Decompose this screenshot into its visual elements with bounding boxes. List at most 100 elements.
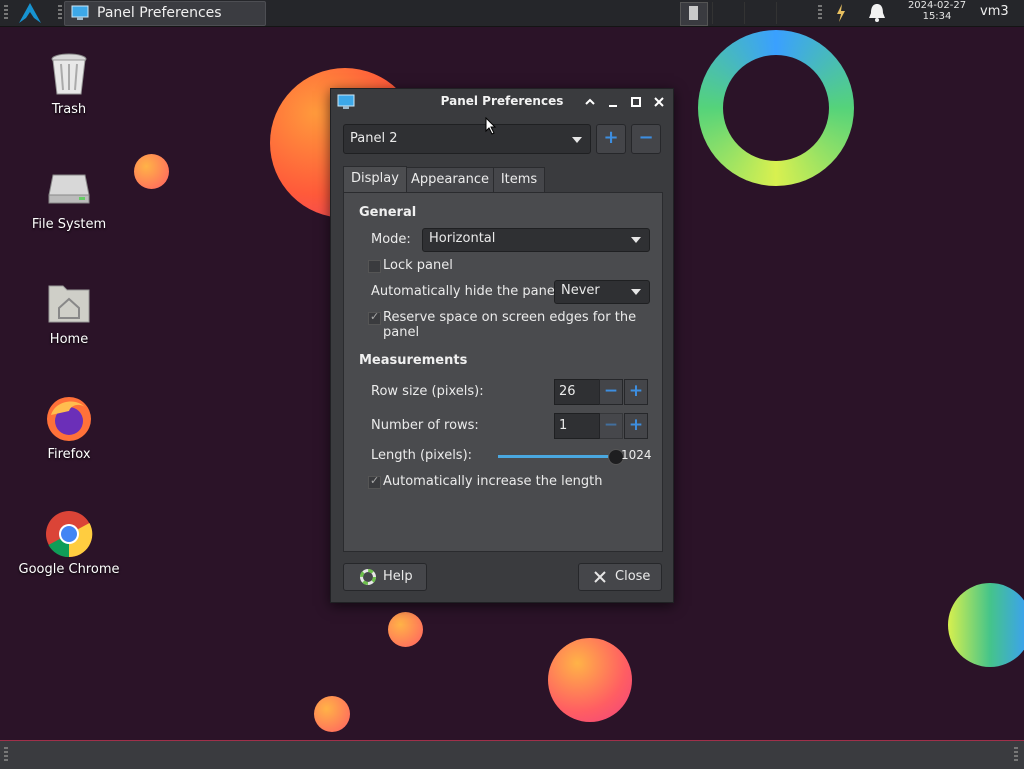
hard-drive-icon [45,165,93,213]
desktop-icon-label: File System [31,217,107,232]
close-button-label: Close [615,569,651,584]
panel-grip-handle[interactable] [4,747,8,763]
clock-date: 2024-02-27 [907,0,967,11]
desktop-icon-label: Trash [51,102,87,117]
minimize-button[interactable] [606,95,620,109]
close-button[interactable]: Close [578,563,662,591]
desktop-icon-firefox[interactable]: Firefox [14,395,124,462]
tab-label: Items [500,172,538,187]
minus-icon: − [603,381,619,401]
close-icon [593,570,607,588]
desktop-icon-label: Home [49,332,89,347]
power-plug-icon[interactable] [834,3,848,27]
clock-time: 15:34 [922,11,952,22]
desktop-icon-home[interactable]: Home [14,280,124,347]
auto-increase-checkbox[interactable]: ✓ [368,474,381,489]
lock-panel-label: Lock panel [383,258,453,273]
workspace-2-button[interactable] [712,2,743,24]
plus-icon: + [603,127,619,148]
wallpaper-ball-right [948,583,1024,667]
chevron-down-icon [631,289,641,295]
general-heading: General [359,205,417,220]
length-label: Length (pixels): [371,448,473,463]
trash-icon [45,50,93,98]
arch-menu-icon[interactable] [18,2,42,28]
taskbar-window-label: Panel Preferences [97,5,222,21]
plus-icon: + [628,415,644,435]
row-size-decrease-button[interactable]: − [599,379,623,405]
row-size-label: Row size (pixels): [371,384,484,399]
row-size-value: 26 [559,384,576,399]
help-button[interactable]: Help [343,563,427,591]
tab-label: Display [351,171,399,186]
panel-selector-value: Panel 2 [350,131,398,146]
wallpaper-ball-bottom [548,638,632,722]
chevron-down-icon [631,237,641,243]
remove-panel-button[interactable]: − [631,124,661,154]
desktop-icon-trash[interactable]: Trash [14,50,124,117]
mode-dropdown[interactable]: Horizontal [422,228,650,252]
tab-label: Appearance [410,172,490,187]
desktop-icon-file-system[interactable]: File System [14,165,124,232]
tab-appearance[interactable]: Appearance [406,167,494,192]
tab-display[interactable]: Display [343,166,407,193]
mode-value: Horizontal [429,231,496,246]
workspace-1-button[interactable] [680,2,708,26]
shade-button[interactable] [583,95,597,109]
rows-decrease-button[interactable]: − [599,413,623,439]
dialog-titlebar[interactable]: Panel Preferences [331,89,673,117]
display-tab-panel: General Mode: Horizontal Lock panel Auto… [343,192,663,552]
length-slider-track[interactable] [498,449,624,465]
reserve-space-checkbox[interactable]: ✓ [368,310,381,325]
maximize-button[interactable] [629,95,643,109]
reserve-space-label: Reserve space on screen edges for the pa… [383,310,637,340]
close-window-button[interactable] [652,95,666,109]
wallpaper-ring-hole [723,55,829,161]
taskbar-window-button[interactable]: Panel Preferences [64,1,266,26]
wallpaper-small-ball [134,154,169,189]
tab-items[interactable]: Items [493,167,545,192]
rows-label: Number of rows: [371,418,479,433]
lock-panel-checkbox[interactable] [368,260,381,273]
workspace-4-button[interactable] [776,2,807,24]
panel-grip-handle[interactable] [1014,747,1018,763]
minus-icon: − [603,415,619,435]
mouse-pointer-icon [485,116,497,139]
panel-clock[interactable]: 2024-02-27 15:34 [900,0,974,26]
length-slider-fill [498,455,615,458]
lifebuoy-icon [360,569,376,589]
minus-icon: − [638,127,654,148]
workspace-3-button[interactable] [744,2,775,24]
chevron-down-icon [572,137,582,143]
rows-increase-button[interactable]: + [624,413,648,439]
rows-input[interactable]: 1 [554,413,600,439]
autohide-value: Never [561,283,600,298]
autohide-dropdown[interactable]: Never [554,280,650,304]
desktop-icon-label: Google Chrome [18,562,120,577]
panel-preferences-dialog: Panel Preferences Panel 2 + − Display Ap… [330,88,674,603]
panel-grip-handle[interactable] [4,5,8,21]
add-panel-button[interactable]: + [596,124,626,154]
desktop-icon-label: Firefox [47,447,91,462]
panel-grip-handle[interactable] [818,5,822,21]
panel-grip-handle[interactable] [58,5,62,21]
desktop-icon-google-chrome[interactable]: Google Chrome [14,510,124,577]
row-size-increase-button[interactable]: + [624,379,648,405]
chrome-icon [45,510,93,558]
measurements-heading: Measurements [359,353,468,368]
wallpaper-ball-low [314,696,350,732]
autohide-label: Automatically hide the panel: [371,284,563,299]
mode-label: Mode: [371,232,411,247]
plus-icon: + [628,381,644,401]
panel-selector-dropdown[interactable]: Panel 2 [343,124,591,154]
home-folder-icon [45,280,93,328]
dialog-title: Panel Preferences [440,94,564,108]
wallpaper-ball-mid [388,612,423,647]
firefox-icon [45,395,93,443]
rows-value: 1 [559,418,568,433]
checkmark-icon: ✓ [370,310,380,323]
notification-bell-icon[interactable] [866,2,888,28]
row-size-input[interactable]: 26 [554,379,600,405]
auto-increase-label: Automatically increase the length [383,474,603,489]
panel-user-name[interactable]: vm3 [980,4,1009,19]
